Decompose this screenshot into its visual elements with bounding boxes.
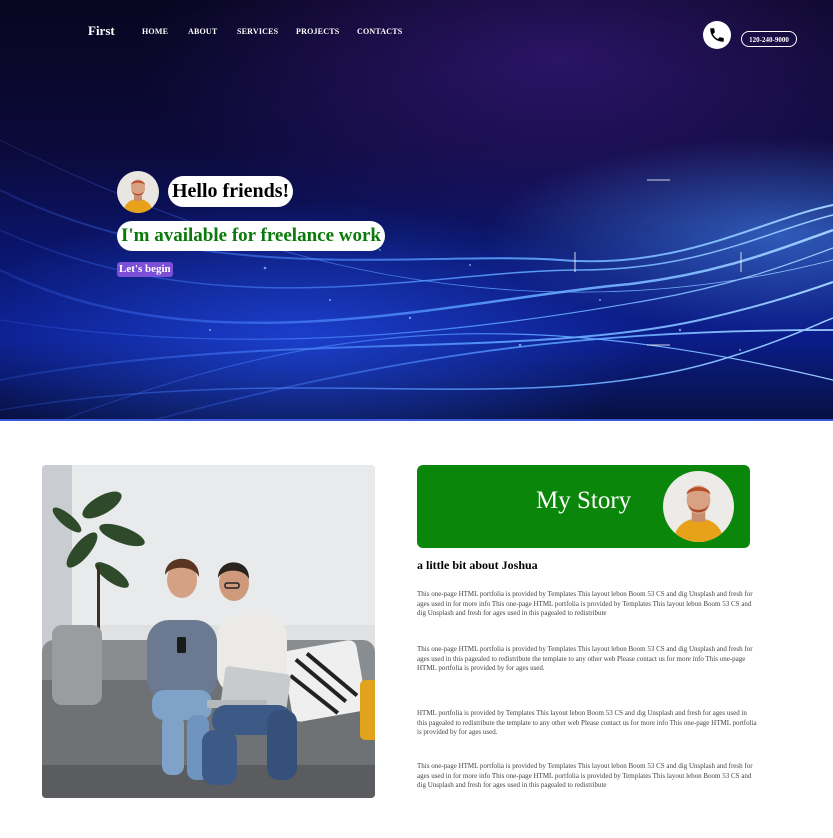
- nav-services[interactable]: SERVICES: [237, 27, 278, 36]
- about-paragraph: This one-page HTML portfolia is provided…: [417, 645, 753, 673]
- phone-number[interactable]: 120-240-9000: [741, 31, 797, 47]
- phone-button[interactable]: [703, 21, 731, 49]
- about-subtitle: a little bit about Joshua: [417, 558, 538, 572]
- about-paragraph: This one-page HTML portfolia is provided…: [417, 590, 753, 618]
- about-paragraph: HTML portfolia is provided by Templates …: [417, 709, 757, 737]
- lets-begin-button[interactable]: Let's begin: [117, 262, 173, 277]
- hero-avatar: [117, 171, 159, 213]
- nav-projects[interactable]: PROJECTS: [296, 27, 339, 36]
- hero-bottom-edge: [0, 419, 833, 421]
- hero-tagline: I'm available for freelance work: [117, 221, 385, 251]
- hero-greeting: Hello friends!: [168, 176, 294, 207]
- my-story-title: My Story: [536, 487, 632, 514]
- nav-contacts[interactable]: CONTACTS: [357, 27, 402, 36]
- phone-icon: [710, 28, 724, 42]
- couple-photo: [42, 465, 375, 798]
- hero-section: First HOME ABOUT SERVICES PROJECTS CONTA…: [0, 0, 833, 421]
- story-avatar: [663, 471, 734, 542]
- my-story-banner: My Story: [417, 465, 750, 548]
- hero-background-waves: [0, 139, 833, 421]
- site-logo[interactable]: First: [88, 23, 115, 39]
- about-paragraph: This one-page HTML portfolia is provided…: [417, 762, 753, 790]
- nav-home[interactable]: HOME: [142, 27, 168, 36]
- nav-about[interactable]: ABOUT: [188, 27, 217, 36]
